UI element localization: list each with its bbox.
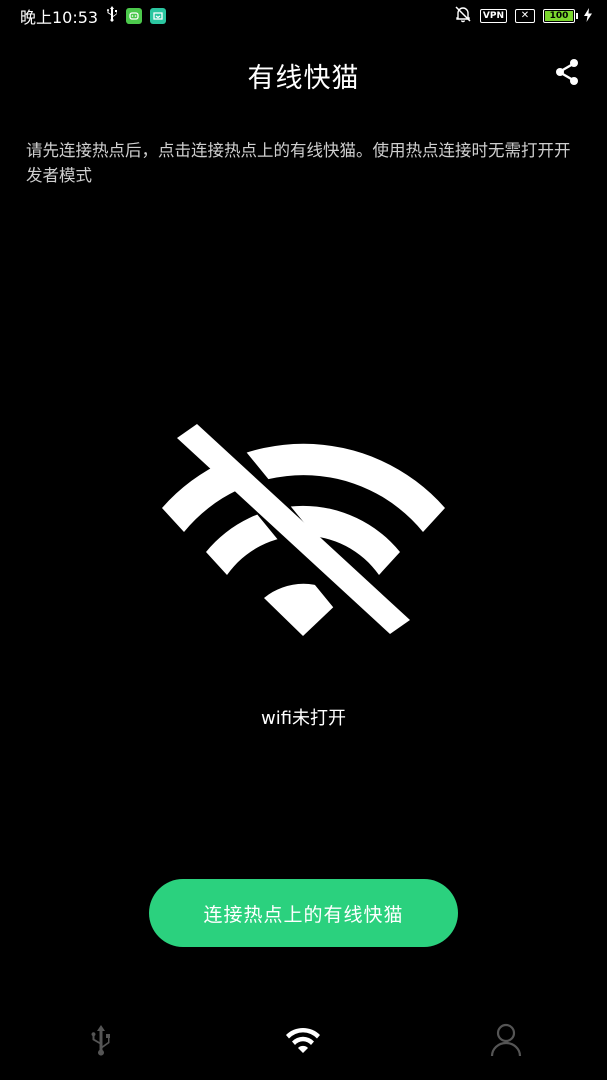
nav-item-usb[interactable] [61,1010,141,1070]
status-bar-left: 晚上10:53 [20,4,167,28]
share-icon [556,59,578,85]
nav-item-user[interactable] [466,1010,546,1070]
wifi-off-icon [162,424,445,636]
screen: 晚上10:53 VPN ✕ 100 有线快猫 请先连接热点后，点击连接热点上的有… [0,0,607,1080]
app-notification-icon [126,8,143,24]
user-icon [490,1023,521,1057]
header: 有线快猫 [0,50,607,100]
no-sim-icon: ✕ [515,9,535,23]
charging-icon [583,7,593,26]
wifi-icon [286,1027,321,1053]
page-title: 有线快猫 [247,63,360,94]
battery-level: 100 [545,11,573,21]
app-notification-icon-2 [150,8,167,24]
vpn-icon: VPN [479,9,507,23]
status-time: 晚上10:53 [20,8,99,27]
usb-icon [106,6,118,26]
hint-text: 请先连接热点后，点击连接热点上的有线快猫。使用热点连接时无需打开开发者模式 [26,141,571,185]
battery-tip [576,13,578,19]
battery-icon: 100 [543,9,578,23]
wifi-status-text: wifi未打开 [260,708,347,729]
mute-bell-icon [454,5,472,27]
nav-item-wifi[interactable] [263,1010,343,1070]
share-button[interactable] [551,56,583,88]
connect-hotspot-button[interactable]: 连接热点上的有线快猫 [149,879,458,947]
status-bar-right: VPN ✕ 100 [454,5,593,27]
status-bar: 晚上10:53 VPN ✕ 100 [0,0,607,32]
usb-icon [91,1025,111,1056]
bottom-nav [0,1010,607,1070]
